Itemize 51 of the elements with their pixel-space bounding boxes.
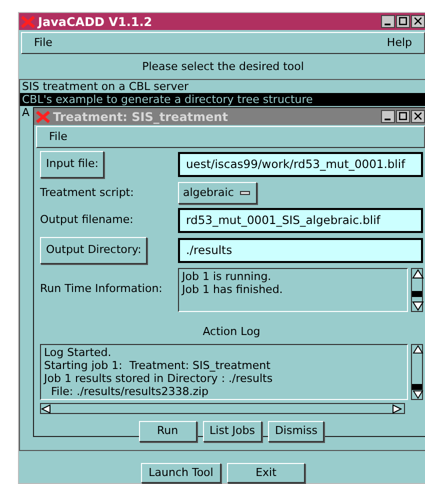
field-label: Output filename: — [40, 212, 134, 228]
scroll-up-icon — [412, 345, 424, 354]
dialog-button[interactable]: Dismiss — [268, 421, 324, 442]
dialog-button[interactable]: Run — [138, 421, 197, 442]
scroll-down-icon — [412, 300, 424, 310]
scroll-thumb[interactable] — [412, 384, 422, 390]
log-area[interactable]: Log Started. Starting job 1: Treatment: SIS_treatment Job 1 results stored in Directory : ./results File: ./results/results2338.zip — [40, 344, 408, 400]
x-logo-icon — [36, 110, 50, 122]
field-button[interactable]: Output Directory: — [40, 237, 148, 264]
input-field[interactable]: rd53_mut_0001_SIS_algebraic.blif — [178, 208, 423, 233]
log-line: Starting job 1: Treatment: SIS_treatment — [44, 359, 272, 372]
window-title: JavaCADD V1.1.2 — [38, 14, 152, 30]
heading-text: Please select the desired tool — [141, 59, 305, 75]
menu-item[interactable]: File — [47, 128, 70, 146]
maximize-button[interactable] — [396, 15, 410, 28]
minimize-button[interactable] — [381, 110, 395, 123]
list-item[interactable]: SIS treatment on a CBL server — [20, 80, 425, 92]
scroll-right-icon — [392, 404, 404, 414]
menu-item[interactable]: File — [32, 34, 54, 52]
dropdown[interactable]: algebraic — [178, 182, 257, 204]
scroll-down-icon — [412, 390, 424, 399]
horizontal-scrollbar[interactable] — [40, 403, 405, 414]
dropdown-indicator-icon — [240, 190, 250, 195]
field-button[interactable]: Input file: — [40, 151, 104, 178]
close-button[interactable] — [411, 110, 425, 123]
vertical-scrollbar[interactable] — [411, 268, 423, 312]
field-label: Run Time Information: — [40, 281, 164, 298]
log-line: Job 1 results stored in Directory : ./results — [44, 372, 274, 385]
dialog-title: Treatment: SIS_treatment — [53, 108, 228, 126]
log-line: Log Started. — [44, 346, 112, 359]
field-label: Treatment script: — [40, 184, 135, 200]
maximize-button[interactable] — [396, 110, 410, 123]
dialog-button[interactable]: Exit — [227, 462, 305, 483]
log-line: File: ./results/results2338.zip — [50, 385, 210, 398]
x-logo-icon — [21, 16, 35, 28]
dialog-button[interactable]: Launch Tool — [141, 462, 221, 483]
menu-item[interactable]: Help — [384, 34, 414, 52]
section-label: Action Log — [202, 324, 262, 340]
list-item[interactable]: CBL's example to generate a directory tree structure — [20, 92, 425, 106]
input-field[interactable]: uest/iscas99/work/rd53_mut_0001.blif — [178, 152, 423, 177]
scroll-thumb[interactable] — [412, 290, 422, 296]
vertical-scrollbar[interactable] — [411, 344, 423, 400]
text-area[interactable]: Job 1 is running. Job 1 has finished. — [178, 268, 408, 312]
close-button[interactable] — [411, 15, 425, 28]
dialog-button[interactable]: List Jobs — [202, 421, 262, 442]
minimize-button[interactable] — [381, 15, 395, 28]
scroll-up-icon — [412, 268, 424, 278]
input-field[interactable]: ./results — [178, 238, 423, 263]
text-line: Job 1 has finished. — [182, 282, 284, 296]
scroll-left-icon — [41, 404, 53, 414]
text-line: Job 1 is running. — [182, 270, 272, 282]
